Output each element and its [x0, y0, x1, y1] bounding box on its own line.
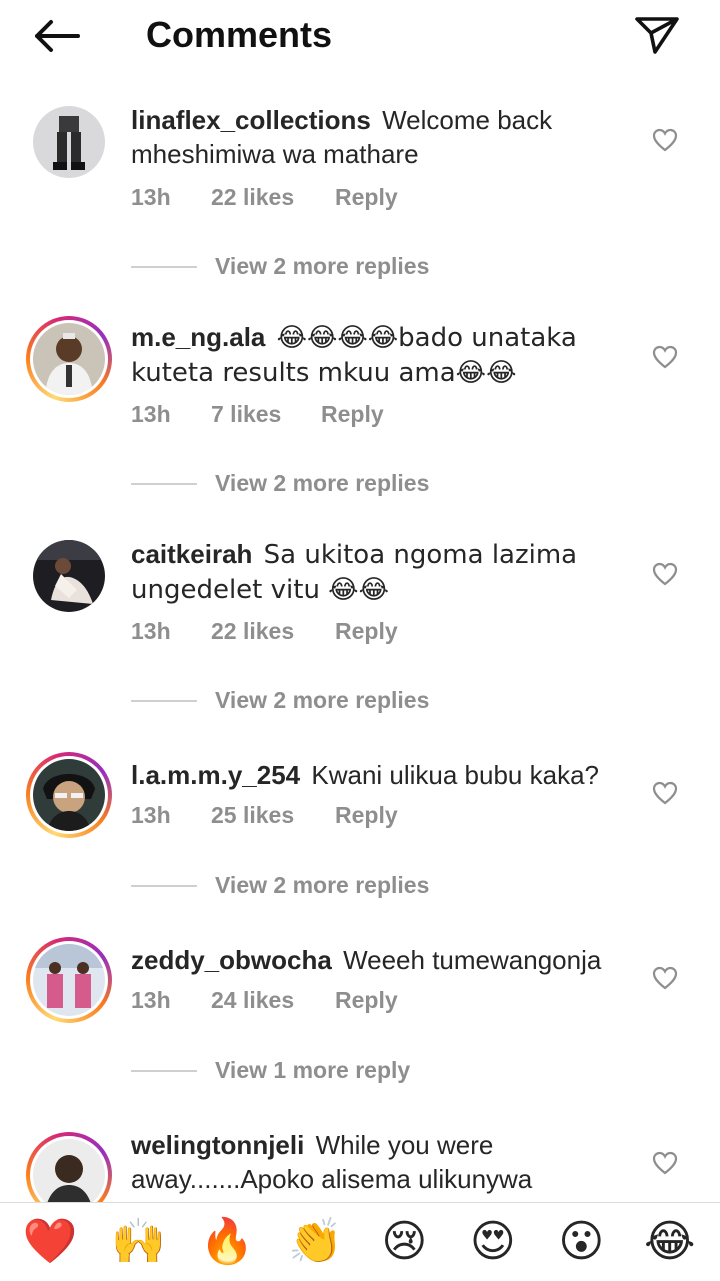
avatar[interactable]	[26, 752, 112, 838]
comment-item: caitkeirah Sa ukitoa ngoma lazima ungede…	[0, 529, 720, 746]
view-replies-button[interactable]: View 2 more replies	[131, 253, 429, 280]
comment-text: l.a.m.m.y_254 Kwani ulikua bubu kaka?	[131, 758, 631, 792]
like-button[interactable]	[650, 342, 680, 372]
view-replies-label: View 2 more replies	[215, 872, 430, 898]
comment-message: Kwani ulikua bubu kaka?	[311, 760, 599, 790]
comment-time: 13h	[131, 184, 171, 210]
comment-item: linaflex_collections Welcome back mheshi…	[0, 95, 720, 312]
comment-likes[interactable]: 22 likes	[211, 184, 335, 211]
view-replies-button[interactable]: View 2 more replies	[131, 872, 429, 899]
heart-outline-icon	[652, 966, 678, 990]
like-button[interactable]	[650, 1148, 680, 1178]
reaction-crying[interactable]: 😢	[374, 1212, 434, 1272]
replies-divider	[131, 884, 197, 887]
view-replies-button[interactable]: View 2 more replies	[131, 470, 429, 497]
comment-time: 13h	[131, 618, 171, 644]
comment-likes[interactable]: 24 likes	[211, 987, 335, 1014]
like-button[interactable]	[650, 559, 680, 589]
comment-time: 13h	[131, 987, 171, 1013]
comment-time: 13h	[131, 401, 171, 427]
comment-username[interactable]: caitkeirah	[131, 539, 252, 569]
reaction-surprised[interactable]: 😮	[551, 1212, 611, 1272]
view-replies-label: View 1 more reply	[215, 1057, 411, 1083]
like-button[interactable]	[650, 963, 680, 993]
comment-text: m.e_ng.ala 😂😂😂😂bado unataka kuteta resul…	[131, 320, 631, 390]
reaction-laughing[interactable]: 😂	[640, 1212, 700, 1272]
comment-item: welingtonnjeli While you were away......…	[0, 1116, 720, 1202]
comment-likes[interactable]: 22 likes	[211, 618, 335, 645]
replies-divider	[131, 699, 197, 702]
reaction-raising-hands[interactable]: 🙌	[109, 1212, 169, 1272]
comment-likes[interactable]: 25 likes	[211, 802, 335, 829]
heart-outline-icon	[652, 128, 678, 152]
replies-divider	[131, 265, 197, 268]
comments-list[interactable]: linaflex_collections Welcome back mheshi…	[0, 95, 720, 1202]
like-button[interactable]	[650, 778, 680, 808]
comment-item: zeddy_obwocha Weeeh tumewangonja 13h 24 …	[0, 931, 720, 1116]
like-button[interactable]	[650, 125, 680, 155]
reaction-clapping[interactable]: 👏	[286, 1212, 346, 1272]
comment-text: zeddy_obwocha Weeeh tumewangonja	[131, 943, 631, 977]
comment-username[interactable]: l.a.m.m.y_254	[131, 760, 300, 790]
avatar[interactable]	[26, 937, 112, 1023]
view-replies-label: View 2 more replies	[215, 470, 430, 496]
share-button[interactable]	[630, 10, 684, 60]
view-replies-button[interactable]: View 1 more reply	[131, 1057, 410, 1084]
reaction-fire[interactable]: 🔥	[197, 1212, 257, 1272]
comment-text: linaflex_collections Welcome back mheshi…	[131, 103, 631, 171]
comment-username[interactable]: welingtonnjeli	[131, 1130, 304, 1160]
quick-reaction-bar: ❤️ 🙌 🔥 👏 😢 😍 😮 😂	[0, 1203, 720, 1281]
avatar[interactable]	[26, 99, 112, 185]
heart-outline-icon	[652, 1151, 678, 1175]
heart-outline-icon	[652, 781, 678, 805]
avatar[interactable]	[26, 533, 112, 619]
reply-button[interactable]: Reply	[335, 618, 398, 645]
back-button[interactable]	[28, 12, 84, 60]
reaction-heart[interactable]: ❤️	[20, 1212, 80, 1272]
comment-likes[interactable]: 7 likes	[211, 401, 321, 428]
arrow-left-icon	[35, 20, 80, 52]
comment-item: m.e_ng.ala 😂😂😂😂bado unataka kuteta resul…	[0, 312, 720, 529]
reply-button[interactable]: Reply	[335, 802, 398, 829]
heart-outline-icon	[652, 562, 678, 586]
page-title: Comments	[146, 14, 333, 55]
comment-username[interactable]: linaflex_collections	[131, 105, 371, 135]
comment-time: 13h	[131, 802, 171, 828]
reply-button[interactable]: Reply	[321, 401, 384, 428]
comment-text: welingtonnjeli While you were away......…	[131, 1128, 631, 1196]
comment-username[interactable]: m.e_ng.ala	[131, 322, 265, 352]
view-replies-button[interactable]: View 2 more replies	[131, 687, 429, 714]
reply-button[interactable]: Reply	[335, 987, 398, 1014]
paper-plane-icon	[635, 17, 679, 54]
reaction-heart-eyes[interactable]: 😍	[463, 1212, 523, 1272]
heart-outline-icon	[652, 345, 678, 369]
comment-username[interactable]: zeddy_obwocha	[131, 945, 332, 975]
comment-text: caitkeirah Sa ukitoa ngoma lazima ungede…	[131, 537, 631, 607]
comment-message: Weeeh tumewangonja	[343, 945, 602, 975]
reply-button[interactable]: Reply	[335, 184, 398, 211]
view-replies-label: View 2 more replies	[215, 687, 430, 713]
replies-divider	[131, 1069, 197, 1072]
avatar[interactable]	[26, 316, 112, 402]
replies-divider	[131, 482, 197, 485]
header-bar: Comments	[0, 0, 720, 80]
avatar[interactable]	[26, 1132, 112, 1202]
comment-item: l.a.m.m.y_254 Kwani ulikua bubu kaka? 13…	[0, 746, 720, 931]
view-replies-label: View 2 more replies	[215, 253, 430, 279]
